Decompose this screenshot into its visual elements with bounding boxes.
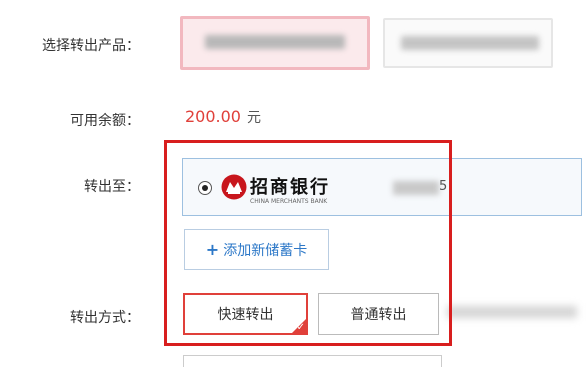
method-label: 转出方式： <box>70 310 140 326</box>
transfer-to-label: 转出至： <box>84 179 140 195</box>
balance-unit: 元 <box>246 110 261 126</box>
next-field-box[interactable] <box>183 355 442 367</box>
product-label: 选择转出产品： <box>42 38 140 54</box>
balance-amount: 200.00 <box>185 107 241 126</box>
available-balance: 200.00 元 <box>185 107 261 127</box>
product-option[interactable] <box>383 18 553 68</box>
product-option-selected[interactable] <box>180 16 370 70</box>
balance-label: 可用余额： <box>70 113 140 129</box>
method-note-redacted <box>447 306 577 318</box>
highlight-frame <box>164 140 452 346</box>
